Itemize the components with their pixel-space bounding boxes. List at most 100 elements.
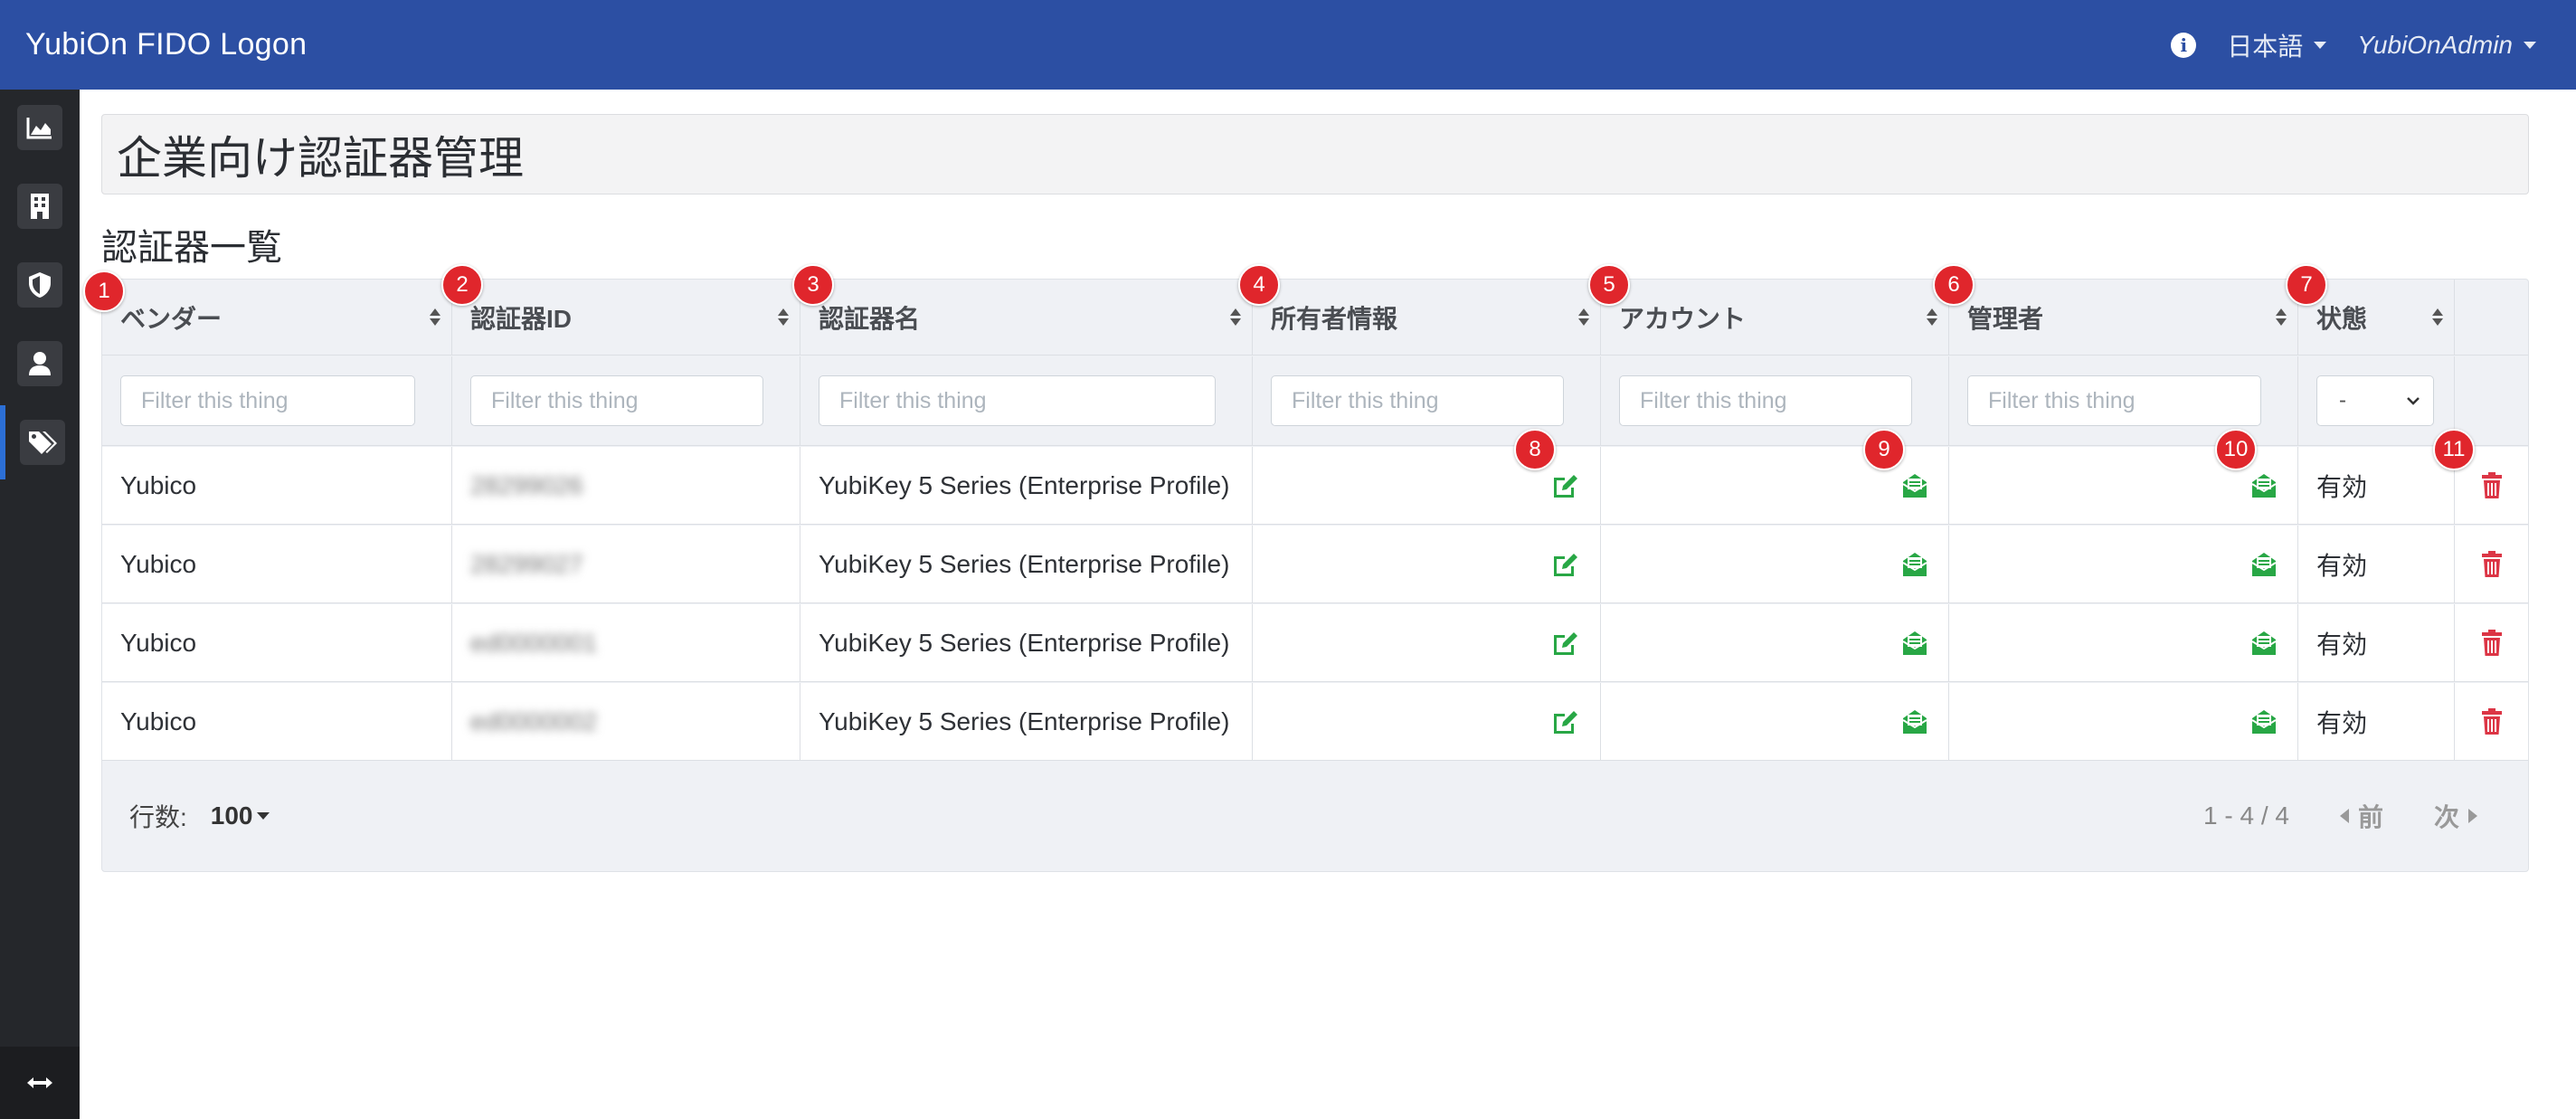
filter-cell: - (2298, 356, 2455, 445)
sidebar-item-dashboard[interactable] (0, 90, 80, 165)
filter-cell (1601, 356, 1949, 445)
arrows-horizontal-icon (27, 1077, 52, 1088)
envelope-open-icon[interactable] (1901, 709, 1928, 735)
column-header-label: 所有者情報 (1271, 304, 1398, 333)
status-cell: 有効 (2298, 526, 2455, 602)
prev-page-button[interactable]: 前 (2339, 798, 2383, 834)
column-header-vendor[interactable]: ベンダー (102, 280, 452, 355)
caret-down-icon (256, 812, 270, 820)
annotation-badge-6: 6 (1933, 264, 1975, 306)
column-header-owner[interactable]: 所有者情報 (1253, 280, 1601, 355)
trash-icon[interactable] (2481, 471, 2503, 499)
sidebar-item-users[interactable] (0, 327, 80, 401)
user-icon (17, 341, 62, 386)
filter-owner-input[interactable] (1271, 375, 1564, 426)
account-cell (1601, 604, 1949, 681)
annotation-badge-8: 8 (1514, 429, 1556, 470)
filter-vendor-input[interactable] (120, 375, 415, 426)
next-page-button[interactable]: 次 (2434, 798, 2477, 834)
info-icon[interactable]: i (2171, 32, 2197, 58)
status-filter-select[interactable]: - (2316, 375, 2434, 426)
sidebar (0, 90, 80, 1119)
delete-cell (2455, 683, 2528, 760)
column-header-label: ベンダー (120, 304, 223, 333)
app-title[interactable]: YubiOn FIDO Logon (25, 27, 307, 62)
annotation-badge-2: 2 (441, 264, 483, 306)
language-label: 日本語 (2227, 32, 2304, 61)
filter-admin-input[interactable] (1967, 375, 2261, 426)
column-header-name[interactable]: 認証器名 (800, 280, 1253, 355)
status-cell: 有効 (2298, 604, 2455, 681)
filter-name-input[interactable] (819, 375, 1216, 426)
admin-cell (1949, 604, 2298, 681)
admin-cell (1949, 683, 2298, 760)
id-cell: 28299026 (452, 447, 800, 524)
envelope-open-icon[interactable] (2250, 473, 2278, 498)
column-header-id[interactable]: 認証器ID (452, 280, 800, 355)
envelope-open-icon[interactable] (2250, 552, 2278, 577)
table-row: Yubico ed0000002 YubiKey 5 Series (Enter… (102, 683, 2528, 761)
column-header-label: アカウント (1619, 304, 1747, 333)
caret-down-icon (2314, 41, 2327, 49)
id-cell: ed0000001 (452, 604, 800, 681)
sidebar-item-organization[interactable] (0, 169, 80, 243)
owner-cell (1253, 604, 1601, 681)
admin-cell (1949, 526, 2298, 602)
envelope-open-icon[interactable] (1901, 631, 1928, 656)
authenticator-id: 28299026 (470, 470, 583, 499)
section-title: 認証器一覧 (101, 228, 282, 268)
sort-icon (1578, 308, 1589, 327)
annotation-badge-1: 1 (83, 270, 125, 312)
owner-cell (1253, 526, 1601, 602)
sidebar-toggle[interactable] (0, 1047, 80, 1119)
table-row: Yubico 28299026 YubiKey 5 Series (Enterp… (102, 447, 2528, 525)
column-header-account[interactable]: アカウント (1601, 280, 1949, 355)
user-dropdown[interactable]: YubiOnAdmin (2357, 31, 2536, 60)
top-navbar: YubiOn FIDO Logon i 日本語 YubiOnAdmin (0, 0, 2576, 90)
filter-account-input[interactable] (1619, 375, 1912, 426)
next-label: 次 (2433, 803, 2459, 831)
annotation-badge-5: 5 (1588, 264, 1630, 306)
rows-per-page-dropdown[interactable]: 100 (211, 801, 270, 830)
sidebar-item-security[interactable] (0, 248, 80, 322)
annotation-badge-9: 9 (1863, 429, 1905, 470)
account-cell (1601, 526, 1949, 602)
chart-area-icon (17, 105, 62, 150)
vendor-cell: Yubico (102, 683, 452, 760)
language-dropdown[interactable]: 日本語 (2227, 27, 2327, 63)
chevron-left-icon (2339, 809, 2349, 823)
id-cell: 28299027 (452, 526, 800, 602)
delete-cell (2455, 526, 2528, 602)
trash-icon[interactable] (2481, 550, 2503, 578)
caret-down-icon (2524, 41, 2536, 49)
envelope-open-icon[interactable] (2250, 631, 2278, 656)
filter-cell (102, 356, 452, 445)
annotation-badge-4: 4 (1238, 264, 1280, 306)
column-header-label: 認証器ID (470, 304, 573, 333)
edit-icon[interactable] (1551, 551, 1580, 578)
edit-icon[interactable] (1551, 708, 1580, 735)
annotation-badge-7: 7 (2286, 264, 2327, 306)
sidebar-item-authenticators[interactable] (0, 405, 80, 479)
table-row: Yubico 28299027 YubiKey 5 Series (Enterp… (102, 526, 2528, 603)
table-footer: 行数: 100 1 - 4 / 4 前 次 (102, 761, 2528, 871)
edit-icon[interactable] (1551, 472, 1580, 499)
chevron-down-icon (2407, 397, 2420, 405)
column-header-label: 管理者 (1967, 304, 2044, 333)
annotation-badge-3: 3 (792, 264, 834, 306)
column-header-admin[interactable]: 管理者 (1949, 280, 2298, 355)
authenticator-id: 28299027 (470, 549, 583, 578)
trash-icon[interactable] (2481, 629, 2503, 657)
account-cell (1601, 683, 1949, 760)
name-cell: YubiKey 5 Series (Enterprise Profile) (800, 447, 1253, 524)
status-cell: 有効 (2298, 447, 2455, 524)
envelope-open-icon[interactable] (2250, 709, 2278, 735)
id-cell: ed0000002 (452, 683, 800, 760)
envelope-open-icon[interactable] (1901, 473, 1928, 498)
envelope-open-icon[interactable] (1901, 552, 1928, 577)
user-label: YubiOnAdmin (2357, 30, 2513, 59)
edit-icon[interactable] (1551, 630, 1580, 657)
filter-id-input[interactable] (470, 375, 763, 426)
name-cell: YubiKey 5 Series (Enterprise Profile) (800, 526, 1253, 602)
trash-icon[interactable] (2481, 707, 2503, 735)
